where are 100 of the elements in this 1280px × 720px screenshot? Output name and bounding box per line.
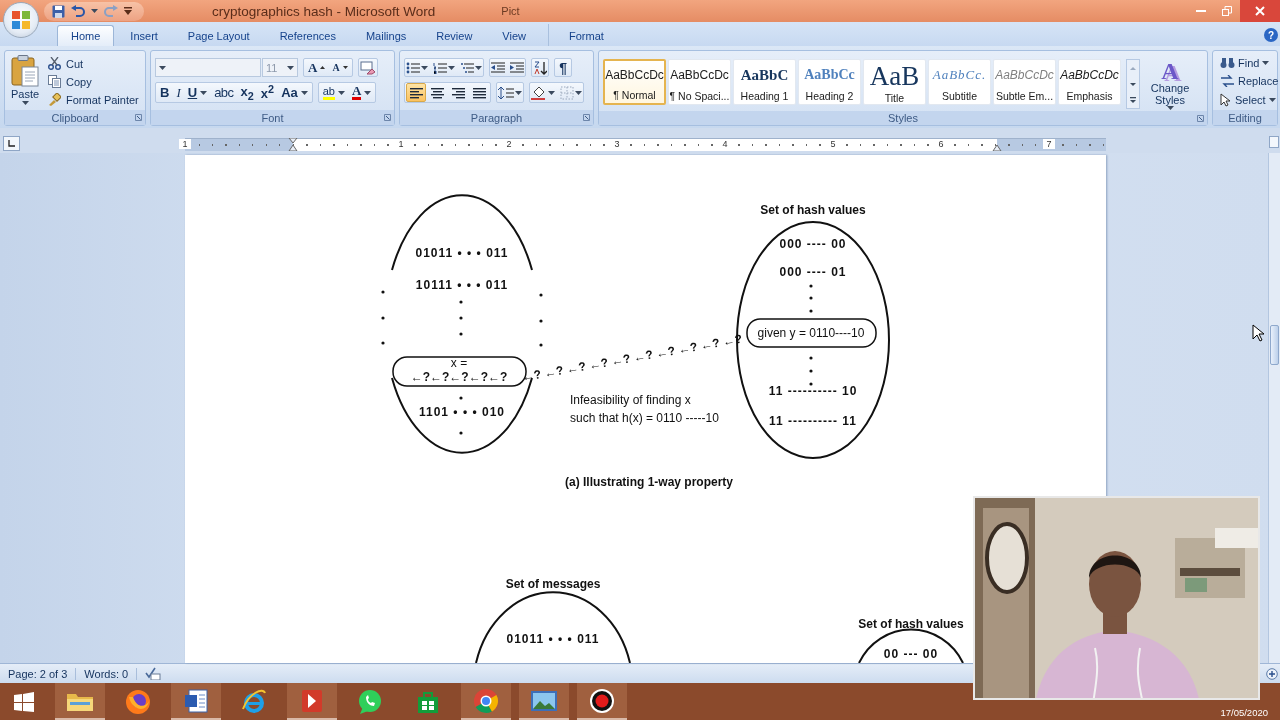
clipboard-command[interactable]: Copy [45, 74, 142, 89]
message-text: 01011 • • • 011 [415, 246, 509, 260]
set-title: Set of messages [505, 577, 601, 591]
highlight-button[interactable]: ab [319, 84, 348, 101]
format-button[interactable]: Aa [278, 84, 311, 101]
tab-selector[interactable] [3, 136, 20, 151]
binoculars-icon [1220, 57, 1235, 69]
style-gallery-item[interactable]: AaBbCcDc Subtle Em... [993, 59, 1056, 105]
caret-icon [421, 65, 428, 70]
help-button[interactable]: ? [1264, 28, 1278, 42]
office-button[interactable] [3, 2, 39, 38]
proofing-icon[interactable] [145, 667, 162, 680]
clipboard-command[interactable]: Format Painter [45, 92, 142, 107]
record-icon [589, 687, 615, 714]
caret-icon [159, 65, 166, 70]
copy-icon [48, 75, 61, 88]
swoosh-ring-icon [241, 688, 267, 715]
style-gallery-item[interactable]: AaBbC Heading 1 [733, 59, 796, 105]
numbered-list-icon[interactable] [433, 61, 448, 74]
style-gallery-item[interactable]: AaB Title [863, 59, 926, 105]
indent-marker-icon[interactable] [288, 138, 298, 151]
paint-bucket-icon[interactable] [531, 85, 547, 100]
multilevel-list-icon[interactable] [460, 61, 475, 74]
dialog-launcher-icon[interactable] [384, 114, 391, 121]
format-button[interactable]: U [184, 84, 211, 101]
style-gallery-item[interactable]: AaBbCc. Subtitle [928, 59, 991, 105]
increase-indent-icon[interactable] [510, 61, 525, 74]
dialog-launcher-icon[interactable] [1197, 115, 1204, 122]
format-button[interactable]: I [173, 83, 184, 102]
group-label: Paragraph [470, 111, 523, 124]
hash-value-text: 00 --- 00 [883, 647, 939, 661]
caret-icon [515, 90, 522, 95]
given-value-text: given y = 0110----10 [757, 326, 865, 340]
close-icon [1255, 6, 1265, 16]
caret-icon [575, 90, 583, 95]
paste-button[interactable]: Paste [9, 54, 41, 110]
paintbrush-icon [48, 93, 61, 106]
caret-icon [475, 65, 483, 70]
grow-font-button[interactable]: A [305, 58, 329, 77]
caret-icon [1262, 61, 1270, 65]
taskbar-button[interactable] [577, 683, 627, 720]
page-count[interactable]: Page: 2 of 3 [8, 667, 77, 680]
format-button[interactable]: B [157, 84, 173, 101]
zoom-in-icon[interactable] [1266, 667, 1278, 680]
style-gallery-item[interactable]: AaBbCcDc ¶ No Spaci... [668, 59, 731, 105]
set-title: Set of hash values [760, 203, 866, 217]
format-button[interactable]: x$^{2}$ [257, 82, 278, 103]
word-count[interactable]: Words: 0 [84, 667, 138, 680]
ribbon-tab[interactable]: Home [57, 25, 115, 46]
vertical-scrollbar[interactable] [1268, 153, 1280, 663]
taskbar-date: 17/05/2020 [1220, 707, 1268, 718]
note-text: Infeasibility of finding x [570, 393, 691, 407]
caret-icon [300, 90, 308, 95]
ribbon-tab[interactable]: View [488, 25, 540, 46]
ribbon-tab[interactable]: Review [422, 25, 487, 46]
font-name-field[interactable] [155, 58, 261, 77]
shrink-font-button[interactable]: A [329, 61, 351, 74]
show-marks-button[interactable]: ¶ [556, 58, 570, 77]
dialog-launcher-icon[interactable] [135, 114, 142, 121]
ruler-number: 2 [503, 139, 515, 149]
ruler-number: 7 [1043, 139, 1055, 149]
decrease-indent-icon[interactable] [491, 61, 506, 74]
ribbon-tab[interactable]: References [265, 25, 350, 46]
style-gallery-item[interactable]: AaBbCc Heading 2 [798, 59, 861, 105]
group-label: Clipboard [51, 111, 99, 124]
figure-caption: (a) Illustrating 1-way property [565, 475, 733, 489]
minimize-icon [1196, 10, 1206, 12]
close-button[interactable] [1240, 0, 1280, 22]
editing-command[interactable]: Find [1217, 56, 1280, 70]
format-button[interactable]: x$_{2}$ [237, 82, 257, 103]
down-caret-icon [342, 66, 348, 69]
clipboard-command[interactable]: Cut [45, 56, 142, 71]
dialog-launcher-icon[interactable] [583, 114, 590, 121]
bullet-list-icon[interactable] [406, 61, 420, 74]
undo-icon[interactable] [71, 5, 85, 17]
font-color-button[interactable]: A [349, 84, 375, 101]
customize-caret-icon[interactable] [124, 7, 132, 15]
ruler-number: 4 [719, 139, 731, 149]
scissors-icon [48, 57, 61, 70]
ribbon-tab[interactable]: Mailings [351, 25, 421, 46]
editing-command[interactable]: Select [1217, 92, 1280, 108]
editing-command[interactable]: Replace [1217, 74, 1280, 88]
ribbon-tab[interactable]: Insert [116, 25, 172, 46]
line-spacing-icon[interactable] [498, 85, 514, 100]
ruler-number: 1 [179, 139, 191, 149]
ribbon-tab[interactable]: Format [555, 25, 618, 46]
ruler-number: 3 [611, 139, 623, 149]
style-gallery-item[interactable]: AaBbCcDc Emphasis [1058, 59, 1121, 105]
arrow-trail: ←? ←? ←? ←? ←? ←? ←? ←? ←? ←? [520, 331, 744, 385]
message-text: 10111 • • • 011 [415, 278, 509, 292]
ribbon-tab[interactable]: Page Layout [173, 25, 264, 46]
taskbar-button[interactable] [171, 683, 221, 720]
right-indent-icon[interactable] [992, 144, 1002, 151]
style-gallery-item[interactable]: AaBbCcDc ¶ Normal [603, 59, 666, 105]
notepad-icon [184, 688, 208, 713]
change-styles-button[interactable]: A Change Styles [1146, 59, 1194, 111]
save-icon[interactable] [52, 4, 65, 18]
chat-bubble-icon [357, 688, 383, 715]
hash-value-text: 11 ---------- 11 [769, 414, 857, 428]
format-button[interactable]: abc [211, 84, 237, 101]
